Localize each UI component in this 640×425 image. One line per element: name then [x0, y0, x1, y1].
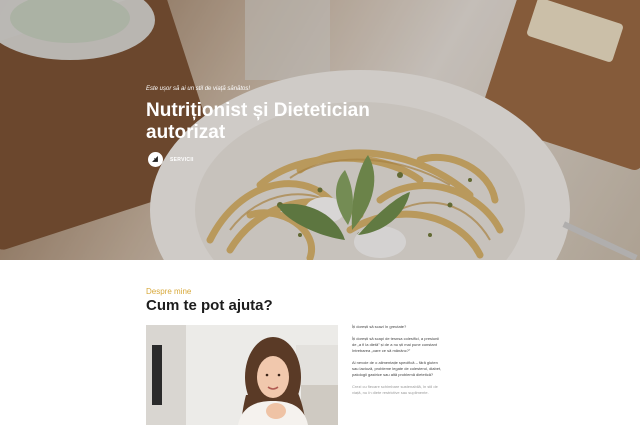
- nutritionist-photo: [146, 325, 338, 425]
- hero-tagline: Este ușor să ai un stil de viață sănătos…: [146, 86, 251, 92]
- about-text: Îți dorești să scazi în greutate? Îți do…: [352, 324, 444, 402]
- hero-title: Nutriționist și Dietetician autorizat: [146, 100, 370, 143]
- section-title: Cum te pot ajuta?: [146, 297, 273, 314]
- about-paragraph: Crezi cu fiecare schimbare sustenabilă, …: [352, 384, 438, 395]
- about-paragraph: Îți dorești să scazi în greutate?: [352, 324, 407, 329]
- about-section: Despre mine Cum te pot ajuta? Îți doreșt…: [0, 260, 640, 425]
- services-button[interactable]: SERVICII: [148, 152, 194, 167]
- about-paragraph: Îți dorești să scapi de tesnsa colesific…: [352, 336, 440, 353]
- page: Este ușor să ai un stil de viață sănătos…: [0, 0, 640, 425]
- services-button-label: SERVICII: [170, 156, 194, 163]
- about-paragraph: Ai nevoie de o alimentație specifică – f…: [352, 360, 442, 377]
- arrow-icon: [148, 152, 163, 167]
- hero-section: Este ușor să ai un stil de viață sănătos…: [0, 0, 640, 260]
- section-eyebrow: Despre mine: [146, 287, 192, 296]
